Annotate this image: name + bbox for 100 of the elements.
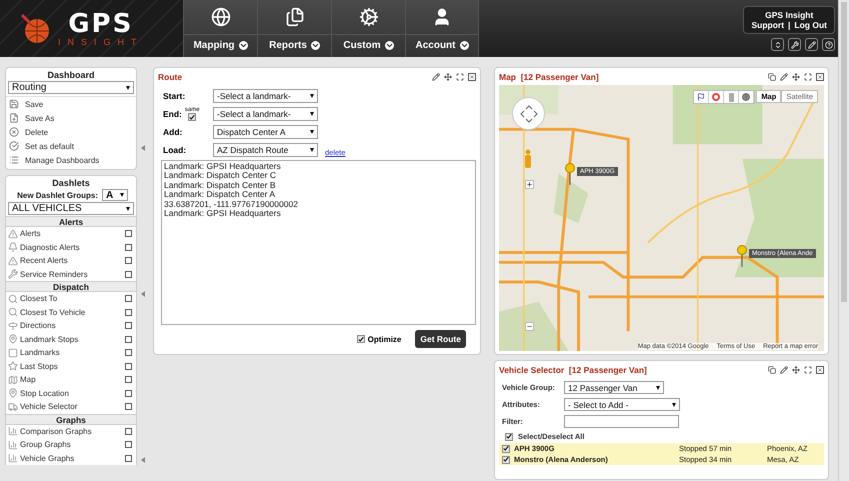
- file-plus-icon: [9, 113, 19, 123]
- move-icon[interactable]: [444, 72, 452, 80]
- bar-chart-icon: [8, 453, 18, 464]
- vehicles-select[interactable]: ALL VEHICLES: [8, 202, 134, 215]
- globe-logo-icon: [20, 12, 52, 44]
- locate-button[interactable]: [739, 91, 754, 103]
- nav-menu-button[interactable]: Custom: [331, 0, 405, 57]
- dashboard-action[interactable]: Save As: [6, 111, 136, 125]
- close-icon[interactable]: [816, 366, 824, 374]
- help-button[interactable]: [822, 38, 835, 51]
- dashlet-item[interactable]: Alerts: [6, 227, 136, 240]
- warning-icon: [8, 256, 18, 266]
- dashlet-item[interactable]: Map: [6, 373, 136, 386]
- move-icon[interactable]: [792, 366, 800, 374]
- landmark-select[interactable]: AZ Dispatch Route: [213, 143, 318, 157]
- up-down-icon: [774, 40, 782, 48]
- copy-icon[interactable]: [768, 366, 776, 374]
- move-icon[interactable]: [792, 72, 800, 80]
- nav-menu-button[interactable]: Reports: [257, 0, 331, 57]
- dropdown-arrow-icon: [310, 112, 314, 116]
- dashlet-item[interactable]: Group Graphs: [6, 438, 136, 452]
- bell-icon: [8, 242, 18, 252]
- dropdown-arrow-icon: [310, 148, 314, 152]
- dashlet-item[interactable]: Landmarks: [6, 346, 136, 360]
- checkbox[interactable]: [502, 456, 510, 464]
- edit-icon[interactable]: [780, 366, 788, 374]
- color-wheel-button[interactable]: [709, 91, 724, 103]
- search-icon: [8, 307, 18, 318]
- dashboard-select[interactable]: Routing: [8, 81, 134, 94]
- collapse-arrow-icon[interactable]: [141, 457, 145, 463]
- checkbox[interactable]: [356, 335, 365, 343]
- traffic-light-icon: [728, 92, 734, 102]
- save-icon: [9, 99, 19, 109]
- dashlet-item[interactable]: Vehicle Selector: [6, 400, 136, 414]
- dashboard-action[interactable]: Manage Dashboards: [6, 153, 136, 167]
- check-circle-icon: [9, 141, 19, 151]
- edit-icon[interactable]: [432, 72, 440, 80]
- collapse-arrow-icon[interactable]: [141, 291, 145, 297]
- dashlet-item[interactable]: Landmark Stops: [6, 332, 136, 346]
- support-link[interactable]: Support: [751, 20, 784, 30]
- dashlet-item[interactable]: Vehicle Graphs: [6, 452, 136, 465]
- landmark-select[interactable]: -Select a landmark-: [213, 89, 318, 103]
- warning-icon: [8, 228, 18, 239]
- dashboard-action[interactable]: Save: [6, 97, 136, 111]
- dashlet-item[interactable]: Diagnostic Alerts: [6, 240, 136, 254]
- dashboard-action[interactable]: Set as default: [6, 139, 136, 153]
- delete-icon: [9, 127, 19, 137]
- nav-menu-button[interactable]: Account: [405, 0, 479, 57]
- nav-menu-button[interactable]: Mapping: [183, 0, 257, 57]
- maximize-icon[interactable]: [456, 72, 464, 80]
- scrollbar[interactable]: [838, 0, 849, 481]
- filter-input[interactable]: [564, 415, 679, 428]
- checkbox[interactable]: [505, 432, 513, 440]
- map-pin-icon: [8, 388, 18, 398]
- vehicle-group-select[interactable]: 12 Passenger Van: [564, 381, 664, 394]
- card-title: Dashlets: [51, 177, 91, 189]
- close-icon[interactable]: [468, 72, 476, 80]
- dashlet-item[interactable]: Closest To: [6, 292, 136, 306]
- groups-select[interactable]: A: [102, 189, 128, 201]
- get-route-button[interactable]: Get Route: [415, 330, 466, 348]
- dropdown-arrow-icon: [126, 86, 130, 90]
- marker-pin-icon[interactable]: [565, 163, 575, 185]
- copy-icon[interactable]: [768, 72, 776, 80]
- maximize-icon[interactable]: [804, 72, 812, 80]
- target-icon: [742, 93, 750, 101]
- search-icon: [8, 294, 18, 304]
- card-title: Dashboard: [46, 69, 96, 81]
- landmark-select[interactable]: -Select a landmark-: [213, 107, 318, 121]
- dashboard-action[interactable]: Delete: [6, 125, 136, 139]
- attributes-select[interactable]: - Select to Add -: [564, 398, 680, 411]
- checkbox[interactable]: [502, 444, 510, 452]
- wrench-icon: [8, 269, 18, 280]
- zoom-in-button[interactable]: [525, 180, 534, 189]
- dashlet-item[interactable]: Last Stops: [6, 360, 136, 373]
- dashlet-item[interactable]: Service Reminders: [6, 268, 136, 281]
- edit-icon[interactable]: [780, 72, 788, 80]
- route-stops-textarea[interactable]: Landmark: GPSI Headquarters Landmark: Dispatch Center C Landmark: Dispatch Center B Landmark: Dispatch Center A 33.6387201, -111.97767190000002 Landmark: GPSI Headquarters: [161, 160, 476, 325]
- zoom-out-button[interactable]: [525, 322, 534, 331]
- sort-button[interactable]: [771, 38, 784, 51]
- dashlet-item[interactable]: Directions: [6, 319, 136, 332]
- dropdown-arrow-icon: [656, 386, 660, 390]
- signpost-icon: [8, 320, 18, 331]
- close-icon[interactable]: [816, 72, 824, 80]
- dashlet-item[interactable]: Recent Alerts: [6, 254, 136, 268]
- collapse-arrow-icon[interactable]: [141, 145, 145, 151]
- landmark-select[interactable]: Dispatch Center A: [213, 125, 318, 139]
- marker-pin-icon[interactable]: [737, 245, 747, 267]
- dashlet-item[interactable]: Closest To Vehicle: [6, 306, 136, 319]
- maximize-icon[interactable]: [804, 366, 812, 374]
- bar-chart-icon: [8, 440, 18, 450]
- edit-button[interactable]: [805, 38, 818, 51]
- chevron-down-icon: [384, 41, 394, 50]
- log-out-link[interactable]: Log Out: [794, 20, 827, 30]
- separator: |: [788, 20, 790, 30]
- user-name: GPS Insight: [765, 10, 814, 20]
- dashlet-item[interactable]: Comparison Graphs: [6, 424, 136, 438]
- dashlet-item[interactable]: Stop Location: [6, 386, 136, 400]
- checkbox[interactable]: [188, 113, 196, 121]
- route-stop: Landmark: Dispatch Center A: [164, 190, 276, 200]
- wrench-button[interactable]: [788, 38, 801, 51]
